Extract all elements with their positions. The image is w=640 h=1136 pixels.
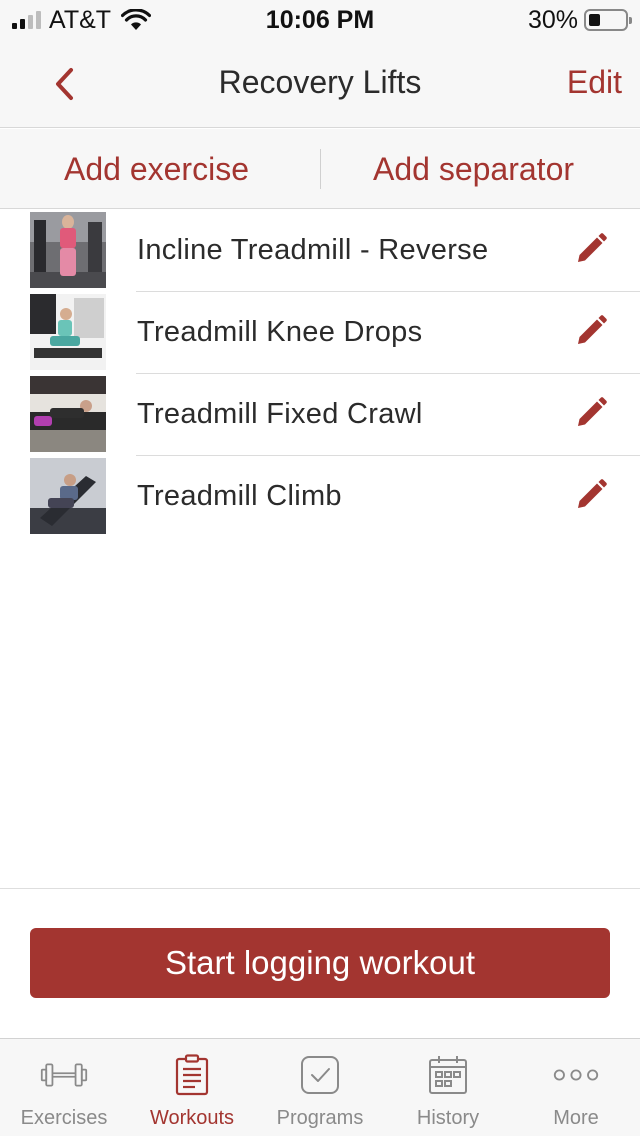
tab-label: History bbox=[416, 1107, 480, 1129]
exercise-thumbnail bbox=[30, 376, 106, 452]
list-item[interactable]: Treadmill Knee Drops bbox=[0, 292, 640, 374]
tab-label: Programs bbox=[276, 1107, 364, 1129]
exercise-thumbnail bbox=[30, 294, 106, 370]
checkbox-icon bbox=[296, 1053, 344, 1097]
exercise-name: Treadmill Knee Drops bbox=[137, 316, 423, 348]
bottom-divider bbox=[0, 888, 640, 889]
tab-history[interactable]: History bbox=[384, 1039, 512, 1136]
list-item[interactable]: Treadmill Climb bbox=[0, 456, 640, 538]
pencil-icon[interactable] bbox=[574, 396, 608, 430]
exercise-thumbnail bbox=[30, 212, 106, 288]
tab-workouts[interactable]: Workouts bbox=[128, 1039, 256, 1136]
tab-label: Workouts bbox=[149, 1107, 235, 1129]
tab-more[interactable]: More bbox=[512, 1039, 640, 1136]
exercise-name: Treadmill Climb bbox=[137, 480, 342, 512]
exercise-name: Treadmill Fixed Crawl bbox=[137, 398, 423, 430]
status-bar: AT&T 10:06 PM 30% bbox=[0, 0, 640, 40]
exercise-list: Incline Treadmill - Reverse Treadmill Kn… bbox=[0, 210, 640, 538]
exercise-name: Incline Treadmill - Reverse bbox=[137, 234, 489, 266]
battery-icon bbox=[584, 9, 632, 31]
calendar-icon bbox=[424, 1053, 472, 1097]
more-dots-icon bbox=[552, 1053, 600, 1097]
list-item[interactable]: Treadmill Fixed Crawl bbox=[0, 374, 640, 456]
edit-button[interactable]: Edit bbox=[567, 64, 622, 101]
tab-bar: Exercises Workouts Programs History More bbox=[0, 1038, 640, 1136]
exercise-thumbnail bbox=[30, 458, 106, 534]
list-item[interactable]: Incline Treadmill - Reverse bbox=[0, 210, 640, 292]
pencil-icon[interactable] bbox=[574, 314, 608, 348]
toolbar-divider bbox=[320, 149, 321, 189]
battery-percent: 30% bbox=[527, 5, 578, 34]
battery-group: 30% bbox=[527, 5, 632, 34]
add-exercise-button[interactable]: Add exercise bbox=[64, 151, 249, 188]
tab-label: More bbox=[553, 1107, 599, 1129]
navigation-bar: Recovery Lifts Edit bbox=[0, 40, 640, 128]
dumbbell-icon bbox=[40, 1053, 88, 1097]
add-separator-button[interactable]: Add separator bbox=[373, 151, 574, 188]
tab-exercises[interactable]: Exercises bbox=[0, 1039, 128, 1136]
pencil-icon[interactable] bbox=[574, 232, 608, 266]
tab-label: Exercises bbox=[20, 1107, 108, 1129]
tab-programs[interactable]: Programs bbox=[256, 1039, 384, 1136]
clipboard-icon bbox=[168, 1053, 216, 1097]
start-logging-workout-button[interactable]: Start logging workout bbox=[30, 928, 610, 998]
pencil-icon[interactable] bbox=[574, 478, 608, 512]
action-toolbar: Add exercise Add separator bbox=[0, 129, 640, 209]
page-title: Recovery Lifts bbox=[218, 64, 422, 100]
